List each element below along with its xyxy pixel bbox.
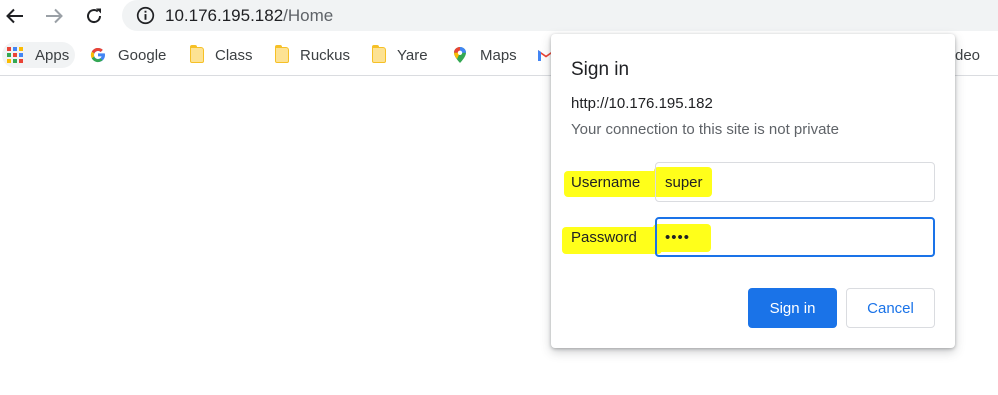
reload-button[interactable] [81,4,107,28]
bookmark-apps[interactable]: Apps [2,42,76,68]
folder-icon [190,45,204,63]
browser-toolbar: 10.176.195.182/Home [0,0,998,33]
folder-icon [372,45,386,63]
bookmark-class[interactable]: Class [190,42,253,68]
bookmark-label: deo [955,46,981,64]
bookmark-label: Google [118,46,167,64]
google-g-icon [90,47,105,63]
url-text[interactable]: 10.176.195.182/Home [165,6,333,25]
bookmark-label: Class [215,46,253,64]
bookmark-maps[interactable]: Maps [451,42,517,68]
bookmark-google[interactable]: Google [89,42,166,68]
bookmark-yare[interactable]: Yare [372,42,428,68]
arrow-right-icon [46,8,63,24]
bookmark-label: Yare [397,46,428,64]
info-icon[interactable] [136,6,155,25]
bookmark-video[interactable]: deo [955,42,980,68]
apps-grid-icon [7,47,23,63]
password-label: Password [571,229,637,246]
back-button[interactable] [2,4,28,28]
sign-in-dialog: Sign in http://10.176.195.182 Your conne… [551,34,955,348]
bookmark-label: Ruckus [300,46,351,64]
arrow-left-icon [6,8,23,24]
username-field[interactable] [655,162,935,202]
connection-warning: Your connection to this site is not priv… [571,121,839,138]
folder-icon [275,45,289,63]
bookmark-label: Apps [35,46,70,64]
forward-button[interactable] [41,4,67,28]
password-field[interactable] [655,217,935,257]
url-host: 10.176.195.182 [165,6,284,25]
dialog-origin: http://10.176.195.182 [571,95,713,112]
bookmark-label: Maps [480,46,517,64]
reload-icon [87,8,102,24]
sign-in-button[interactable]: Sign in [748,288,837,328]
cancel-button[interactable]: Cancel [846,288,935,328]
bookmark-ruckus[interactable]: Ruckus [275,42,350,68]
username-label: Username [571,174,641,191]
dialog-title: Sign in [571,59,630,80]
url-path: /Home [283,6,334,25]
maps-pin-icon [454,47,466,63]
